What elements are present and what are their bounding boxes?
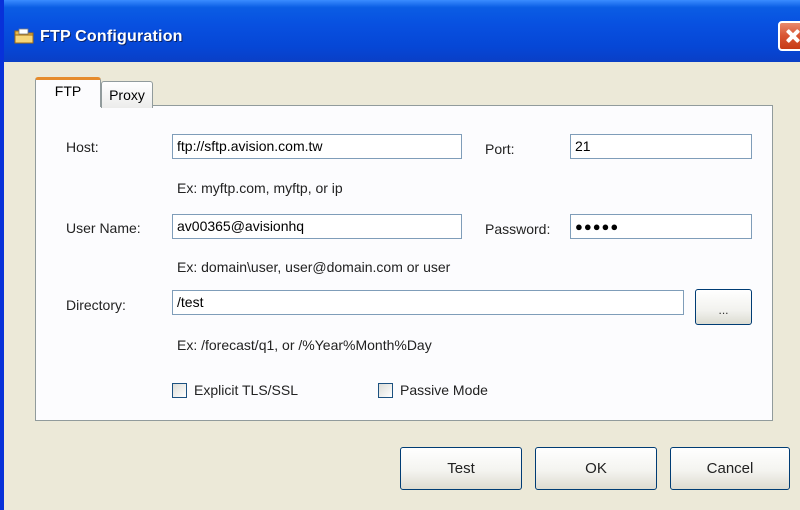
username-label: User Name:: [66, 220, 141, 236]
folder-icon: [14, 28, 34, 44]
passive-mode-checkbox[interactable]: [378, 383, 393, 398]
explicit-tls-checkbox[interactable]: [172, 383, 187, 398]
username-input[interactable]: av00365@avisionhq: [172, 214, 462, 239]
test-button[interactable]: Test: [400, 447, 522, 490]
port-input[interactable]: 21: [570, 134, 752, 159]
passive-mode-label: Passive Mode: [400, 382, 488, 398]
tab-proxy[interactable]: Proxy: [101, 81, 153, 108]
cancel-button[interactable]: Cancel: [670, 447, 790, 490]
tab-ftp-label: FTP: [54, 83, 82, 99]
password-input[interactable]: ●●●●●: [570, 214, 752, 239]
title-bar[interactable]: FTP Configuration: [4, 0, 800, 62]
directory-hint: Ex: /forecast/q1, or /%Year%Month%Day: [177, 337, 432, 353]
host-input[interactable]: ftp://sftp.avision.com.tw: [172, 134, 462, 159]
browse-button[interactable]: ...: [695, 289, 752, 325]
host-hint: Ex: myftp.com, myftp, or ip: [177, 180, 343, 196]
password-label: Password:: [485, 221, 551, 237]
ok-button[interactable]: OK: [535, 447, 657, 490]
username-hint: Ex: domain\user, user@domain.com or user: [177, 259, 451, 275]
tab-ftp[interactable]: FTP: [35, 77, 101, 107]
explicit-tls-label: Explicit TLS/SSL: [194, 382, 299, 398]
close-icon[interactable]: [778, 21, 800, 51]
ftp-configuration-dialog: FTP Configuration FTP Proxy Host: ftp://…: [0, 0, 800, 510]
port-label: Port:: [485, 141, 515, 157]
directory-input[interactable]: /test: [172, 290, 684, 315]
tab-proxy-label: Proxy: [109, 87, 145, 103]
host-label: Host:: [66, 139, 99, 155]
directory-label: Directory:: [66, 297, 126, 313]
dialog-title: FTP Configuration: [40, 28, 183, 45]
